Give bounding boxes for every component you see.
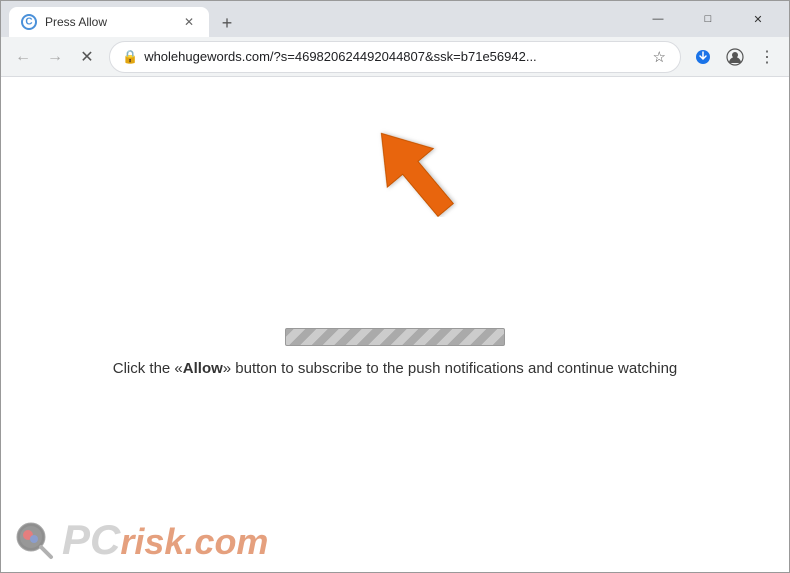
allow-word: Allow (183, 360, 223, 377)
tab-title: Press Allow (45, 15, 173, 29)
minimize-button[interactable]: — (635, 1, 681, 37)
watermark: PCrisk.com (11, 517, 268, 562)
maximize-button[interactable]: □ (685, 1, 731, 37)
instruction-text: Click the «Allow» button to subscribe to… (113, 358, 678, 381)
browser-toolbar: ← → ✕ 🔒 wholehugewords.com/?s=4698206244… (1, 37, 789, 77)
progress-bar (285, 328, 505, 346)
logo-text: PCrisk.com (62, 519, 268, 561)
orange-arrow-icon (375, 107, 475, 217)
tab-close-button[interactable]: ✕ (181, 14, 197, 30)
title-bar: Press Allow ✕ + — □ ✕ (1, 1, 789, 37)
pcrisk-logo-icon (11, 517, 56, 562)
tab-area: Press Allow ✕ + (9, 1, 635, 37)
arrow-container (375, 107, 475, 222)
browser-tab[interactable]: Press Allow ✕ (9, 7, 209, 37)
window-controls: — □ ✕ (635, 1, 781, 37)
lock-icon: 🔒 (122, 49, 138, 65)
toolbar-right: ⋮ (689, 43, 781, 71)
content-area: Click the «Allow» button to subscribe to… (113, 328, 678, 381)
download-button[interactable] (689, 43, 717, 71)
profile-button[interactable] (721, 43, 749, 71)
url-text: wholehugewords.com/?s=469820624492044807… (144, 49, 644, 64)
new-tab-button[interactable]: + (213, 9, 241, 37)
forward-button[interactable]: → (41, 43, 69, 71)
address-bar[interactable]: 🔒 wholehugewords.com/?s=4698206244920448… (109, 41, 681, 73)
web-content: Click the «Allow» button to subscribe to… (1, 77, 789, 572)
close-button[interactable]: ✕ (735, 1, 781, 37)
menu-button[interactable]: ⋮ (753, 43, 781, 71)
reload-button[interactable]: ✕ (73, 43, 101, 71)
bookmark-icon[interactable]: ☆ (651, 46, 668, 68)
back-button[interactable]: ← (9, 43, 37, 71)
tab-favicon-icon (21, 14, 37, 30)
